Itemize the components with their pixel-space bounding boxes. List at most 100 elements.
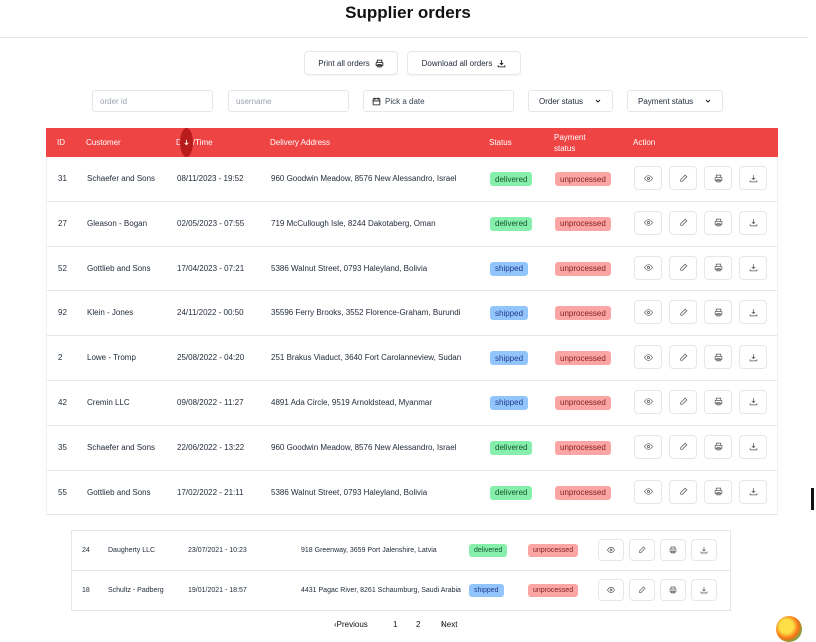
- table-row: 42 Cremin LLC 09/08/2022 - 11:27 4891 Ada C…: [46, 380, 778, 426]
- download-order-button[interactable]: [739, 255, 767, 280]
- download-order-button[interactable]: [739, 166, 767, 190]
- previous-page-button[interactable]: ‹ Previous: [334, 620, 368, 629]
- username-input[interactable]: [229, 96, 348, 106]
- download-order-button[interactable]: [691, 579, 717, 601]
- pencil-icon: [639, 586, 646, 593]
- pencil-icon: [679, 487, 687, 495]
- download-order-button[interactable]: [739, 345, 767, 370]
- payment-status-badge: unprocessed: [528, 584, 579, 597]
- next-page-button[interactable]: Next ›: [441, 620, 457, 629]
- print-order-button[interactable]: [704, 345, 732, 370]
- order-id-field[interactable]: [92, 90, 213, 112]
- edit-order-button[interactable]: [669, 389, 697, 414]
- download-icon: [749, 488, 757, 496]
- date-picker[interactable]: Pick a date: [363, 90, 514, 112]
- download-icon: [700, 547, 708, 554]
- table-row: 24 Daugherty LLC 23/07/2021 - 10:23 918 Gre…: [72, 531, 730, 571]
- cell-datetime: 17/04/2023 - 07:21: [177, 263, 245, 273]
- print-order-button[interactable]: [704, 434, 732, 459]
- edit-order-button[interactable]: [669, 345, 697, 370]
- status-badge: shipped: [469, 584, 504, 597]
- sort-button[interactable]: [180, 128, 193, 157]
- download-icon: [749, 309, 757, 317]
- next-label: Next: [441, 620, 458, 629]
- print-order-button[interactable]: [704, 255, 732, 280]
- edit-order-button[interactable]: [629, 539, 655, 561]
- print-all-orders-button[interactable]: Print all orders: [304, 51, 398, 75]
- payment-status-select[interactable]: Payment status: [627, 90, 723, 112]
- printer-icon: [375, 59, 384, 67]
- cell-id: 92: [58, 308, 67, 318]
- printer-icon: [714, 353, 722, 361]
- view-order-button[interactable]: [634, 389, 662, 414]
- edit-order-button[interactable]: [669, 210, 697, 235]
- edit-order-button[interactable]: [669, 479, 697, 504]
- edit-order-button[interactable]: [669, 300, 697, 325]
- pencil-icon: [679, 442, 687, 450]
- print-order-button[interactable]: [704, 166, 732, 190]
- download-order-button[interactable]: [739, 389, 767, 414]
- download-order-button[interactable]: [739, 300, 767, 325]
- download-icon: [700, 587, 708, 594]
- orders-table-continued: 24 Daugherty LLC 23/07/2021 - 10:23 918 Gre…: [71, 530, 731, 611]
- printer-icon: [714, 487, 722, 496]
- view-order-button[interactable]: [634, 345, 662, 370]
- print-order-button[interactable]: [660, 579, 686, 601]
- order-id-input[interactable]: [93, 96, 212, 106]
- download-all-orders-button[interactable]: Download all orders: [407, 51, 521, 75]
- print-order-button[interactable]: [660, 539, 686, 561]
- header-status: Status: [489, 138, 512, 147]
- header-datetime[interactable]: Date/Time: [176, 128, 213, 157]
- view-order-button[interactable]: [634, 300, 662, 325]
- pencil-icon: [639, 546, 646, 553]
- page-title: Supplier orders: [345, 3, 471, 22]
- table-row: 92 Klein - Jones 24/11/2022 - 00:50 35596 F…: [46, 291, 778, 337]
- username-field[interactable]: [228, 90, 349, 112]
- previous-label: Previous: [336, 620, 368, 629]
- view-order-button[interactable]: [634, 479, 662, 504]
- view-order-button[interactable]: [634, 434, 662, 459]
- download-order-button[interactable]: [739, 479, 767, 504]
- payment-status-badge: unprocessed: [555, 351, 611, 366]
- download-order-button[interactable]: [739, 434, 767, 459]
- calendar-icon: [372, 97, 381, 105]
- print-order-button[interactable]: [704, 300, 732, 325]
- print-order-button[interactable]: [704, 479, 732, 504]
- arrow-down-icon: [184, 139, 189, 146]
- download-order-button[interactable]: [691, 539, 717, 561]
- header-payment-status: Payment status: [554, 132, 586, 153]
- cell-customer: Lowe - Tromp: [87, 353, 136, 363]
- view-order-button[interactable]: [634, 210, 662, 235]
- payment-status-badge: unprocessed: [555, 440, 611, 455]
- app-logo: [776, 616, 802, 642]
- edit-order-button[interactable]: [669, 255, 697, 280]
- view-order-button[interactable]: [598, 539, 624, 561]
- edit-order-button[interactable]: [669, 434, 697, 459]
- view-order-button[interactable]: [634, 166, 662, 190]
- cell-address: 5386 Walnut Street, 0793 Haleyland, Boli…: [271, 263, 428, 273]
- print-order-button[interactable]: [704, 389, 732, 414]
- cell-address: 719 McCullough Isle, 8244 Dakotaberg, Om…: [271, 218, 436, 228]
- edit-order-button[interactable]: [669, 166, 697, 190]
- eye-icon: [607, 547, 615, 553]
- download-icon: [749, 443, 757, 451]
- print-order-button[interactable]: [704, 210, 732, 235]
- status-badge: delivered: [490, 216, 533, 231]
- download-order-button[interactable]: [739, 210, 767, 235]
- payment-status-badge: unprocessed: [555, 261, 611, 276]
- payment-status-label: Payment status: [638, 96, 694, 106]
- page-2-button[interactable]: 2: [416, 620, 420, 629]
- view-order-button[interactable]: [598, 579, 624, 601]
- page-1-button[interactable]: 1: [393, 620, 397, 629]
- eye-icon: [643, 443, 653, 450]
- payment-status-badge: unprocessed: [528, 544, 579, 557]
- cell-customer: Cremin LLC: [87, 397, 130, 407]
- eye-icon: [643, 219, 653, 226]
- download-icon: [749, 398, 757, 406]
- cell-customer: Schaefer and Sons: [87, 174, 156, 183]
- view-order-button[interactable]: [634, 255, 662, 280]
- edit-order-button[interactable]: [629, 579, 655, 601]
- order-status-select[interactable]: Order status: [528, 90, 613, 112]
- download-icon: [749, 219, 757, 227]
- orders-table: ID Customer Date/Time Delivery Address S…: [46, 128, 778, 516]
